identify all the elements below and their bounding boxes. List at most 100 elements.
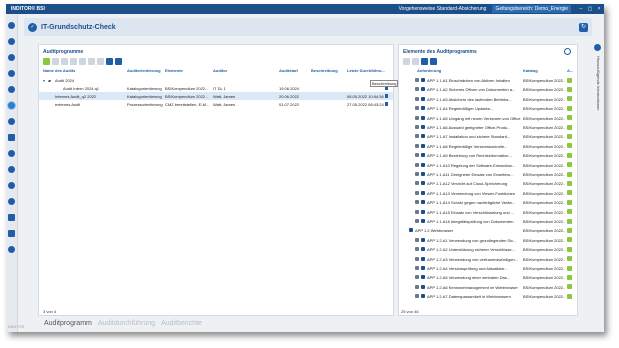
table-row[interactable]: ▾ ▰ Audit 2024 — [39, 76, 393, 84]
list-item[interactable]: APP 1.1.A4 Regelmäßiger Updates... BSIKom… — [399, 104, 577, 112]
col-elements[interactable]: Elemente — [165, 68, 183, 73]
tab-auditdurchfuehrung[interactable]: Auditdurchführung — [98, 320, 155, 327]
list-item[interactable]: APP 1.1.A14 Schutz gegen nachträgliche V… — [399, 198, 577, 206]
table-row[interactable]: externes Audit Prozessorientierung CMZ b… — [39, 100, 393, 108]
table-row-selected[interactable]: Internes Audit_q2 2022 Katalogorientieru… — [39, 92, 393, 100]
cell-requirement: APP 1.1.A7 Installation und sichere Stan… — [427, 134, 511, 140]
nav-model-icon[interactable] — [8, 86, 15, 93]
list-item[interactable]: APP 1.1.A2 Sicheres Öffnen von Dokumente… — [399, 85, 577, 93]
tooltip: Beschreibung — [370, 80, 399, 87]
folder-icon[interactable] — [79, 58, 86, 65]
export-icon[interactable] — [97, 58, 104, 65]
col-description[interactable]: Beschreibung — [311, 68, 338, 73]
lock-icon — [415, 219, 419, 223]
add-icon[interactable] — [43, 58, 50, 65]
nav-report-icon[interactable] — [8, 134, 15, 141]
status-check-icon — [567, 115, 572, 121]
nav-risk-icon[interactable] — [8, 118, 15, 125]
list-item[interactable]: APP 1.1.A15 Einsatz von Verschlüsselung … — [399, 208, 577, 216]
cell-catalog: BSIKompendium 2022... — [523, 87, 565, 93]
nav-audit-icon[interactable] — [8, 182, 15, 189]
delete-icon[interactable] — [70, 58, 77, 65]
lock-icon — [415, 134, 419, 139]
info-icon[interactable] — [594, 44, 601, 51]
refresh-icon[interactable]: ↻ — [579, 22, 588, 32]
cell-requirement: APP 1.2.A7 Datensparsamkeit in Webbrowse… — [427, 294, 511, 300]
list-item[interactable]: APP 1.1.A12 Verzicht auf Cloud-Speicheru… — [399, 179, 577, 187]
status-check-icon — [567, 96, 572, 102]
lock-icon — [415, 153, 419, 158]
col-requirement[interactable]: Anforderung — [417, 68, 441, 73]
tab-auditberichte[interactable]: Auditberichte — [161, 320, 202, 327]
minimize-icon[interactable]: – — [577, 6, 585, 12]
filter-icon[interactable] — [115, 58, 122, 65]
nav-globe-icon[interactable] — [8, 246, 15, 253]
col-a[interactable]: A... — [567, 68, 573, 73]
tab-auditprogramm[interactable]: Auditprogramm — [44, 320, 92, 327]
cell-catalog: BSIKompendium 2022... — [523, 106, 565, 112]
requirement-icon — [421, 134, 425, 139]
list-item[interactable]: APP 1.2.A3 Verwendung von vertrauenswürd… — [399, 255, 577, 263]
close-icon[interactable]: × — [595, 6, 603, 12]
edit-icon[interactable] — [52, 58, 59, 65]
status-check-icon — [567, 162, 572, 168]
nav-home-icon[interactable] — [8, 22, 15, 29]
nav-trophy-icon[interactable] — [8, 150, 15, 157]
maximize-icon[interactable]: ▢ — [586, 6, 594, 12]
cell-requirement: APP 1.1.A12 Verzicht auf Cloud-Speicheru… — [427, 181, 508, 187]
list-item[interactable]: APP 1.1.A11 Geeigneter Einsatz von Erwei… — [399, 170, 577, 178]
col-last[interactable]: Letzte Durchführu... — [347, 68, 385, 73]
list-item[interactable]: APP 1.1.A1 Einschränken von Aktiven Inha… — [399, 76, 577, 84]
list-item[interactable]: APP 1.1.A13 Verwendung von Viewer-Funkti… — [399, 189, 577, 197]
list-item[interactable]: APP 1.2.A4 Versionsprüfung und Aktualisi… — [399, 264, 577, 272]
col-start[interactable]: Auditstart — [279, 68, 298, 73]
col-auditor[interactable]: Auditor — [213, 68, 227, 73]
cell-auditor: Watt, James — [213, 102, 236, 107]
side-tab-label[interactable]: Hinzuzufügende Informationen — [596, 56, 601, 110]
info-icon[interactable] — [564, 48, 571, 55]
nav-check-icon[interactable] — [8, 102, 15, 109]
list-item[interactable]: APP 1.1.A3 Absichern des laufenden Betri… — [399, 95, 577, 103]
link-icon[interactable] — [88, 58, 95, 65]
list-item[interactable]: APP 1.1.A5 Umgang mit neuen Versionen vo… — [399, 114, 577, 122]
table-row[interactable]: Audit Intern 2024 q1 Katalogorientierung… — [39, 84, 393, 92]
module-icon — [409, 228, 413, 233]
list-item[interactable]: APP 1.2.A6 Kennwortmanagement im Webbrow… — [399, 283, 577, 291]
status-check-icon — [567, 218, 572, 224]
list-item[interactable]: APP 1.1.A8 Regelmäßige Versionskontrolle… — [399, 142, 577, 150]
list-item[interactable]: APP 1.2 Webbrowser BSIKompendium 2022... — [399, 226, 577, 234]
list-item[interactable]: APP 1.2.A2 Unterstützung sicherer Versch… — [399, 245, 577, 253]
nav-structure-icon[interactable] — [8, 70, 15, 77]
remove-icon[interactable] — [412, 58, 419, 65]
cell-catalog: BSIKompendium 2022... — [523, 78, 565, 83]
list-item[interactable]: APP 1.1.A6 Auswahl geeigneter Office-Pro… — [399, 123, 577, 131]
scope-selector[interactable]: Geltungsbereich: Demo_Energie — [492, 5, 571, 13]
cell-requirement: APP 1.1.A10 Regelung der Software-Entwic… — [427, 162, 516, 168]
list-item[interactable]: APP 1.2.A7 Datensparsamkeit in Webbrowse… — [399, 292, 577, 300]
nav-module-icon[interactable] — [8, 54, 15, 61]
list-item[interactable]: APP 1.2.A5 Verwendung einer zentralen Da… — [399, 273, 577, 281]
elemente-panel: Elemente des Auditprogramms Anforderung … — [398, 44, 578, 316]
list-item[interactable]: APP 1.2.A1 Verwendung von grundlegenden … — [399, 236, 577, 244]
list-item[interactable]: APP 1.1.A16 Integritätsprüfung von Dokum… — [399, 217, 577, 225]
expand-icon[interactable] — [106, 58, 113, 65]
framework-label[interactable]: Vorgehensweise Standard-Absicherung — [399, 6, 487, 12]
filter-icon[interactable] — [430, 58, 437, 65]
nav-info-icon[interactable] — [8, 38, 15, 45]
nav-plan-icon[interactable] — [8, 166, 15, 173]
expand-caret-icon[interactable]: ▾ — [43, 78, 45, 83]
col-orientation[interactable]: Auditorientierung — [127, 68, 161, 73]
lock-icon — [415, 275, 419, 280]
list-item[interactable]: APP 1.1.A7 Installation und sichere Stan… — [399, 132, 577, 140]
list-item[interactable]: APP 1.1.A10 Regelung der Software-Entwic… — [399, 161, 577, 169]
move-icon[interactable] — [421, 58, 428, 65]
list-item[interactable]: APP 1.1.A9 Beziehung von Rechtsinformati… — [399, 151, 577, 159]
nav-archive-icon[interactable] — [8, 230, 15, 237]
copy-icon[interactable] — [61, 58, 68, 65]
col-catalog[interactable]: Katalog — [523, 68, 538, 73]
nav-document-icon[interactable] — [8, 214, 15, 221]
cell-requirement: APP 1.2.A3 Verwendung von vertrauenswürd… — [427, 256, 519, 262]
col-name[interactable]: Name des Audits — [43, 68, 75, 73]
add-icon[interactable] — [403, 58, 410, 65]
nav-settings-icon[interactable] — [8, 198, 15, 205]
